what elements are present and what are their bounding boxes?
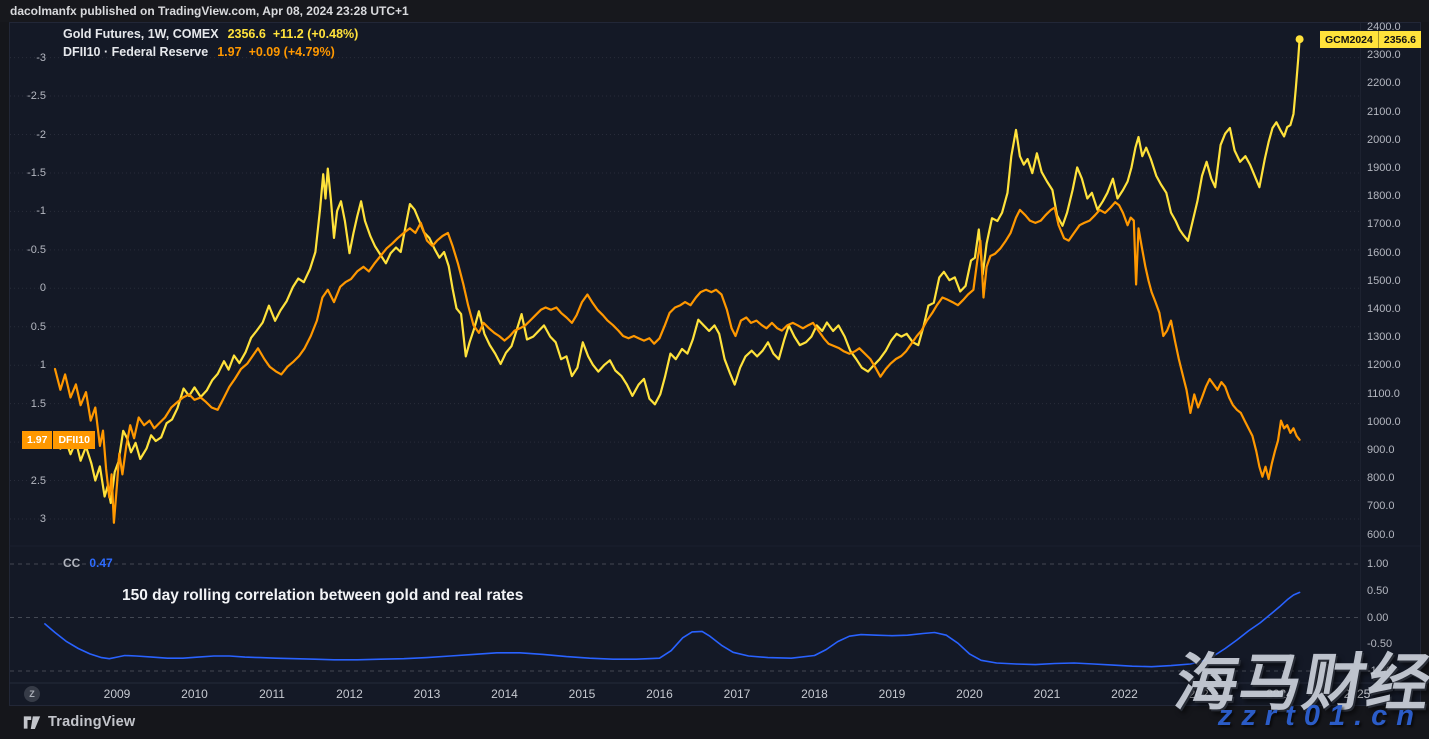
dfii-symbol-label: DFII10	[53, 431, 95, 449]
right-scale-tick: 1000.0	[1367, 415, 1401, 429]
attribution-bar: dacolmanfx published on TradingView.com,…	[0, 0, 1429, 22]
right-scale-tick: 1300.0	[1367, 330, 1401, 344]
right-scale-tick: 1800.0	[1367, 189, 1401, 203]
year-label: 2018	[785, 687, 845, 701]
legend-row-dfii[interactable]: DFII10 · Federal Reserve 1.97 +0.09 (+4.79…	[63, 43, 358, 61]
dfii-change: +0.09 (+4.79%)	[249, 45, 335, 59]
right-scale-tick: 800.0	[1367, 471, 1395, 485]
right-scale-tick: 1900.0	[1367, 161, 1401, 175]
dfii-price-label: 1.97	[22, 431, 52, 449]
left-scale-tick: -2	[9, 128, 46, 142]
left-scale-tick: 3	[9, 512, 46, 526]
right-scale-tick: 2000.0	[1367, 133, 1401, 147]
year-label: 2010	[165, 687, 225, 701]
right-scale-tick: 1600.0	[1367, 246, 1401, 260]
right-scale-tick: 2200.0	[1367, 76, 1401, 90]
gold-series-title[interactable]: Gold Futures, 1W, COMEX	[63, 27, 219, 41]
right-scale-tick: 1700.0	[1367, 217, 1401, 231]
right-scale-tick: 1200.0	[1367, 358, 1401, 372]
cc-scale-tick: 0.00	[1367, 611, 1388, 625]
chart-annotation: 150 day rolling correlation between gold…	[122, 587, 523, 605]
dfii-axis-price-label: 1.97DFII10	[22, 431, 95, 449]
year-label: 2016	[630, 687, 690, 701]
right-scale-tick: 700.0	[1367, 499, 1395, 513]
right-scale-tick: 1500.0	[1367, 274, 1401, 288]
gold-symbol-label: GCM2024	[1320, 31, 1378, 48]
year-label: 2009	[87, 687, 147, 701]
watermark-url: zzrt01.cn	[1218, 700, 1423, 733]
tradingview-logo-icon	[23, 715, 41, 730]
tradingview-branding[interactable]: TradingView	[23, 714, 135, 730]
year-label: 2015	[552, 687, 612, 701]
timezone-badge[interactable]: Z	[24, 686, 40, 702]
legend-row-gold[interactable]: Gold Futures, 1W, COMEX 2356.6 +11.2 (+0.4…	[63, 25, 358, 43]
year-label: 2017	[707, 687, 767, 701]
year-label: 2011	[242, 687, 302, 701]
gold-axis-price-label: GCM20242356.6	[1320, 31, 1421, 48]
left-scale-tick: 0	[9, 281, 46, 295]
left-scale-tick: 1	[9, 358, 46, 372]
right-scale-tick: 900.0	[1367, 443, 1395, 457]
cc-indicator-value: 0.47	[89, 556, 112, 570]
correlation-legend[interactable]: CC 0.47	[63, 556, 113, 570]
cc-scale-tick: 1.00	[1367, 557, 1388, 571]
left-scale-tick: -1	[9, 204, 46, 218]
year-label: 2014	[475, 687, 535, 701]
dfii-series-title[interactable]: DFII10 · Federal Reserve	[63, 45, 208, 59]
gold-last-value: 2356.6	[228, 27, 266, 41]
gold-change: +11.2 (+0.48%)	[273, 27, 358, 41]
tradingview-snapshot: dacolmanfx published on TradingView.com,…	[0, 0, 1429, 739]
left-scale-tick: 0.5	[9, 320, 46, 334]
right-scale-tick: 600.0	[1367, 528, 1395, 542]
year-label: 2012	[320, 687, 380, 701]
left-scale-tick: -2.5	[9, 89, 46, 103]
left-scale-tick: 1.5	[9, 397, 46, 411]
dfii-last-value: 1.97	[217, 45, 241, 59]
left-scale-tick: 2.5	[9, 474, 46, 488]
attribution-text: dacolmanfx published on TradingView.com,…	[10, 4, 409, 18]
year-label: 2020	[940, 687, 1000, 701]
year-label: 2019	[862, 687, 922, 701]
year-label: 2013	[397, 687, 457, 701]
right-scale-tick: 1100.0	[1367, 387, 1400, 401]
gold-price-label: 2356.6	[1378, 31, 1421, 48]
cc-scale-tick: 0.50	[1367, 584, 1388, 598]
right-scale-tick: 1400.0	[1367, 302, 1401, 316]
year-label: 2021	[1017, 687, 1077, 701]
left-scale-tick: -3	[9, 51, 46, 65]
year-label: 2022	[1095, 687, 1155, 701]
left-scale-tick: -1.5	[9, 166, 46, 180]
tradingview-logo-text: TradingView	[48, 714, 135, 730]
left-scale-tick: -0.5	[9, 243, 46, 257]
cc-indicator-name[interactable]: CC	[63, 556, 80, 570]
right-scale-tick: 2100.0	[1367, 105, 1401, 119]
right-scale-tick: 2300.0	[1367, 48, 1401, 62]
legend[interactable]: Gold Futures, 1W, COMEX 2356.6 +11.2 (+0.4…	[63, 25, 358, 61]
